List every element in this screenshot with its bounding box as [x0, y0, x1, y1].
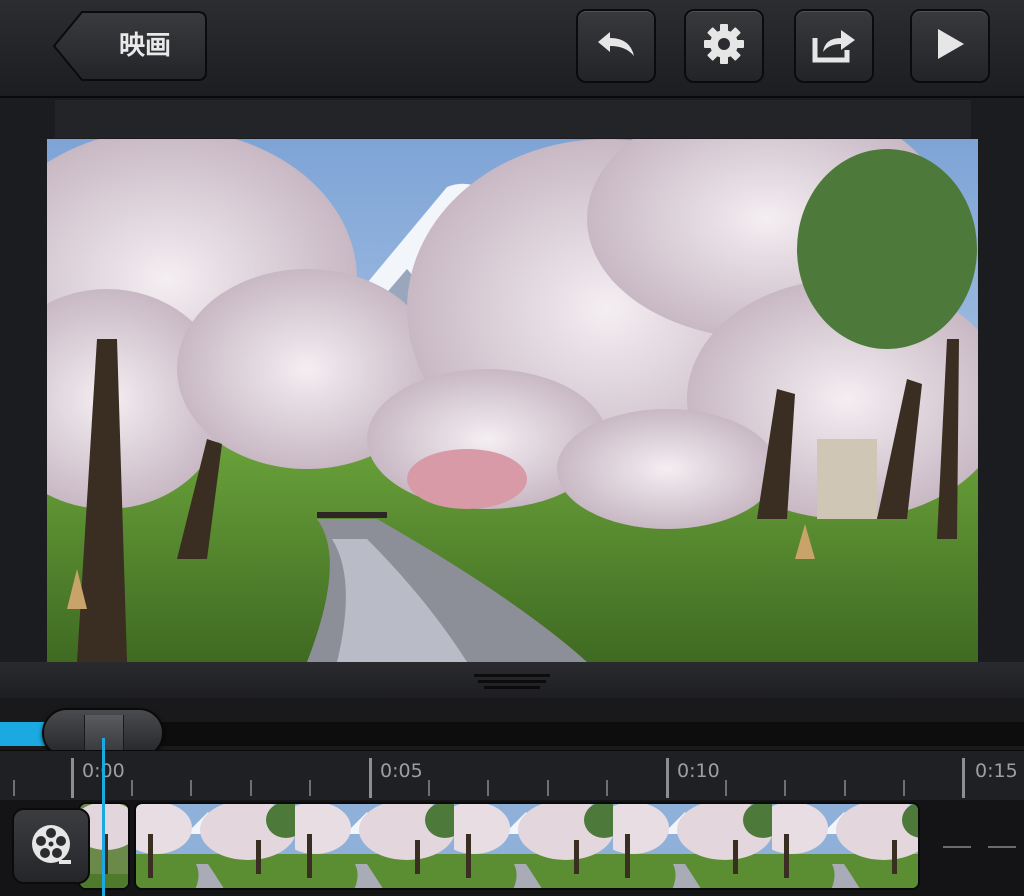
ruler-label: 0:15: [975, 760, 1018, 782]
ruler-label: 0:05: [380, 760, 423, 782]
video-preview-image: [47, 139, 978, 662]
settings-button[interactable]: [684, 9, 764, 83]
back-button-label: 映画: [118, 31, 171, 61]
undo-icon: [594, 28, 638, 64]
ruler-minor-tick: [428, 780, 430, 796]
ruler-minor-tick: [903, 780, 905, 796]
panel-grip-handle[interactable]: [474, 672, 550, 692]
play-icon: [932, 26, 968, 66]
ruler-major-tick: [962, 758, 965, 798]
ruler-minor-tick: [250, 780, 252, 796]
share-button[interactable]: [794, 9, 874, 83]
film-reel-icon: [29, 822, 73, 870]
ruler-minor-tick: [190, 780, 192, 796]
ruler-major-tick: [666, 758, 669, 798]
timeline-empty-dash: [988, 846, 1016, 848]
ruler-minor-tick: [13, 780, 15, 796]
ruler-major-tick: [71, 758, 74, 798]
ruler-minor-tick: [309, 780, 311, 796]
undo-button[interactable]: [576, 9, 656, 83]
add-clip-button[interactable]: [12, 808, 90, 884]
ruler-minor-tick: [487, 780, 489, 796]
stage-top-panel: [55, 100, 971, 138]
ruler-major-tick: [369, 758, 372, 798]
play-button[interactable]: [910, 9, 990, 83]
gear-icon: [702, 22, 746, 70]
ruler-minor-tick: [844, 780, 846, 796]
ruler-minor-tick: [547, 780, 549, 796]
top-toolbar: 映画: [0, 0, 1024, 98]
ruler-minor-tick: [131, 780, 133, 796]
timeline-empty-dash: [943, 846, 971, 848]
ruler-minor-tick: [784, 780, 786, 796]
share-icon: [811, 24, 857, 68]
video-clip-filmstrip[interactable]: [134, 802, 920, 890]
back-button[interactable]: 映画: [52, 10, 208, 82]
ruler-label: 0:10: [677, 760, 720, 782]
time-ruler: [0, 750, 1024, 801]
ruler-minor-tick: [606, 780, 608, 796]
playhead-line[interactable]: [102, 738, 105, 896]
ruler-minor-tick: [725, 780, 727, 796]
